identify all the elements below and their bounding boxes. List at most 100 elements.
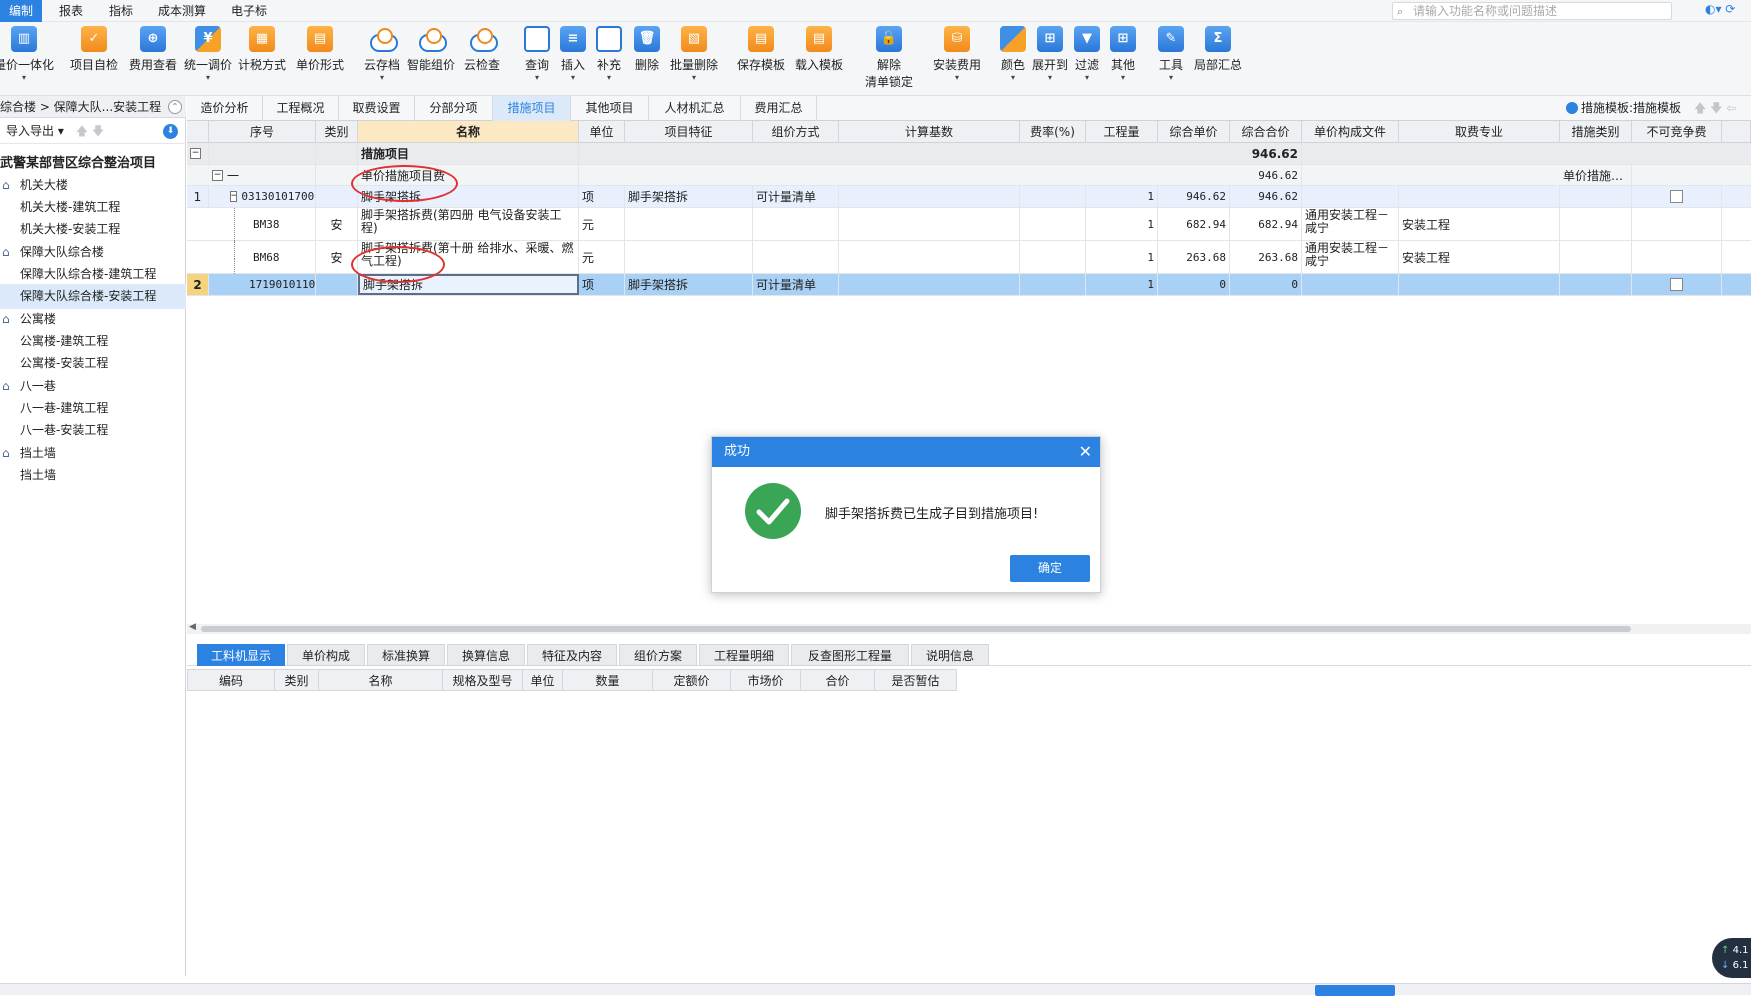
move-arrows-icon[interactable]: 🡅 🡇 — [76, 124, 105, 138]
tree-item-project[interactable]: 挡土墙 — [0, 463, 186, 488]
partial-summary-button[interactable]: Σ 局部汇总 — [1192, 26, 1244, 92]
tab-quantity-detail[interactable]: 工程量明细 — [699, 644, 789, 666]
tab-description[interactable]: 说明信息 — [911, 644, 989, 666]
cell[interactable] — [753, 208, 839, 240]
cell[interactable] — [1020, 241, 1086, 273]
col-header[interactable]: 合价 — [801, 669, 875, 691]
menu-item-report[interactable]: 报表 — [50, 0, 92, 22]
tab-pricing-plan[interactable]: 组价方案 — [619, 644, 697, 666]
collapse-icon[interactable]: − — [190, 148, 201, 159]
horizontal-scrollbar[interactable]: ◀ — [187, 622, 1751, 634]
close-icon[interactable]: ✕ — [1079, 437, 1092, 467]
help-icon[interactable]: ◐▾ ⟳ — [1705, 2, 1735, 16]
download-icon[interactable]: ⬇ — [163, 124, 178, 139]
tab-labor-material[interactable]: 工料机显示 — [197, 644, 285, 666]
col-header[interactable]: 综合合价 — [1230, 121, 1302, 143]
cell-code[interactable]: 171901011001 — [209, 274, 316, 295]
cell-code[interactable]: BM68 — [209, 241, 316, 273]
unlock-list-button[interactable]: 🔓 解除 清单锁定 — [862, 26, 916, 92]
checkbox[interactable] — [1670, 190, 1683, 203]
cell[interactable] — [1560, 241, 1632, 273]
project-title[interactable]: 武警某部营区综合整治项目 — [0, 152, 156, 171]
col-header[interactable]: 类别 — [316, 121, 358, 143]
cell[interactable] — [839, 241, 1020, 273]
unit-price-form-button[interactable]: ▤ 单价形式 — [294, 26, 346, 92]
col-header[interactable]: 单价构成文件 — [1302, 121, 1399, 143]
col-header[interactable]: 市场价 — [731, 669, 801, 691]
tab-conversion-info[interactable]: 换算信息 — [447, 644, 525, 666]
install-fee-button[interactable]: ⛁ 安装费用 ▾ — [930, 26, 984, 92]
menu-item-e-bid[interactable]: 电子标 — [224, 0, 274, 22]
cell-method[interactable]: 可计量清单 — [753, 274, 839, 295]
cell-major[interactable]: 安装工程 — [1399, 208, 1560, 240]
tab-fee-summary[interactable]: 费用汇总 — [741, 96, 817, 121]
tab-measures[interactable]: 措施项目 — [493, 96, 571, 121]
tab-other-items[interactable]: 其他项目 — [571, 96, 649, 121]
table-row[interactable]: BM38 安 脚手架搭拆费(第四册 电气设备安装工程) 元 1 682.94 6… — [187, 208, 1751, 241]
tab-standard-conversion[interactable]: 标准换算 — [367, 644, 445, 666]
network-speed-widget[interactable]: ↑ 4.1 ↓ 6.1 — [1712, 938, 1751, 978]
tree-item-project[interactable]: 机关大楼-安装工程 — [0, 217, 186, 242]
table-row[interactable]: − 措施项目 946.62 — [187, 143, 1751, 165]
cell[interactable] — [1302, 186, 1399, 207]
tree-item-project-selected[interactable]: 保障大队综合楼-安装工程 — [0, 284, 186, 309]
search-input[interactable]: ⌕ 请输入功能名称或问题描述 — [1392, 2, 1672, 20]
cell-major[interactable]: 安装工程 — [1399, 241, 1560, 273]
table-row-selected[interactable]: 2 171901011001 脚手架搭拆 项 脚手架搭拆 可计量清单 1 0 0 — [187, 258, 1751, 296]
col-header[interactable]: 数量 — [563, 669, 653, 691]
menu-item-cost-estimate[interactable]: 成本测算 — [152, 0, 212, 22]
cell[interactable] — [1632, 241, 1722, 273]
cell-name[interactable]: 单价措施项目费 — [358, 165, 579, 185]
expand-to-button[interactable]: ⊞ 展开到 ▾ — [1032, 26, 1068, 92]
cell-noncompetitive[interactable] — [1632, 186, 1722, 207]
col-header[interactable]: 工程量 — [1086, 121, 1158, 143]
cell[interactable] — [625, 208, 753, 240]
delete-button[interactable]: 🗑 删除 — [630, 26, 664, 92]
col-header[interactable]: 单位 — [579, 121, 625, 143]
menu-item-edit[interactable]: 编制 — [0, 0, 42, 22]
tab-subdivision[interactable]: 分部分项 — [415, 96, 493, 121]
cell[interactable] — [753, 241, 839, 273]
col-header[interactable]: 名称 — [358, 121, 579, 143]
cell-feature[interactable]: 脚手架搭拆 — [625, 186, 753, 207]
cell[interactable] — [1399, 274, 1560, 295]
row-toggle[interactable]: − — [187, 143, 209, 164]
col-header[interactable]: 规格及型号 — [443, 669, 523, 691]
fee-view-button[interactable]: ⊕ 费用查看 — [126, 26, 180, 92]
cell-code[interactable]: −031301017001 — [209, 186, 316, 207]
tab-unit-price-composition[interactable]: 单价构成 — [287, 644, 365, 666]
self-check-button[interactable]: ✓ 项目自检 — [68, 26, 120, 92]
status-button[interactable] — [1315, 985, 1395, 996]
col-header[interactable]: 单位 — [523, 669, 563, 691]
cell-row-number[interactable]: 1 — [187, 186, 209, 207]
scroll-thumb[interactable] — [201, 626, 1631, 632]
col-header[interactable]: 项目特征 — [625, 121, 753, 143]
cell-category[interactable]: 单价措施… — [1560, 165, 1632, 185]
col-header[interactable]: 类别 — [275, 669, 319, 691]
cell[interactable] — [1632, 208, 1722, 240]
tab-fee-settings[interactable]: 取费设置 — [339, 96, 415, 121]
quantity-price-button[interactable]: ▥量价一体化▾ — [0, 26, 56, 92]
tab-graphic-quantity[interactable]: 反查图形工程量 — [791, 644, 909, 666]
cell-unit[interactable]: 项 — [579, 274, 625, 295]
insert-button[interactable]: ≡ 插入 ▾ — [556, 26, 590, 92]
cell-qty[interactable]: 1 — [1086, 208, 1158, 240]
col-header[interactable]: 名称 — [319, 669, 443, 691]
measure-template-selector[interactable]: 措施模板:措施模板 — [1566, 96, 1681, 121]
tab-cost-analysis[interactable]: 造价分析 — [187, 96, 263, 121]
cell-qty[interactable]: 1 — [1086, 274, 1158, 295]
query-button[interactable]: 查询 ▾ — [520, 26, 554, 92]
cell[interactable] — [1020, 274, 1086, 295]
menu-item-index[interactable]: 指标 — [100, 0, 142, 22]
cell-type[interactable]: 安 — [316, 241, 358, 273]
col-header[interactable]: 措施类别 — [1560, 121, 1632, 143]
cell-name[interactable]: 脚手架搭拆 — [358, 186, 579, 207]
cell-code[interactable]: BM38 — [209, 208, 316, 240]
tree-item-project[interactable]: 公寓楼-安装工程 — [0, 351, 186, 376]
cell-unit[interactable]: 元 — [579, 241, 625, 273]
import-export-dropdown[interactable]: 导入导出 ▾ — [6, 124, 64, 138]
cell-qty[interactable]: 1 — [1086, 241, 1158, 273]
scroll-left-icon[interactable]: ◀ — [189, 622, 196, 632]
cell-type[interactable]: 安 — [316, 208, 358, 240]
cloud-archive-button[interactable]: 云存档 ▾ — [358, 26, 406, 92]
